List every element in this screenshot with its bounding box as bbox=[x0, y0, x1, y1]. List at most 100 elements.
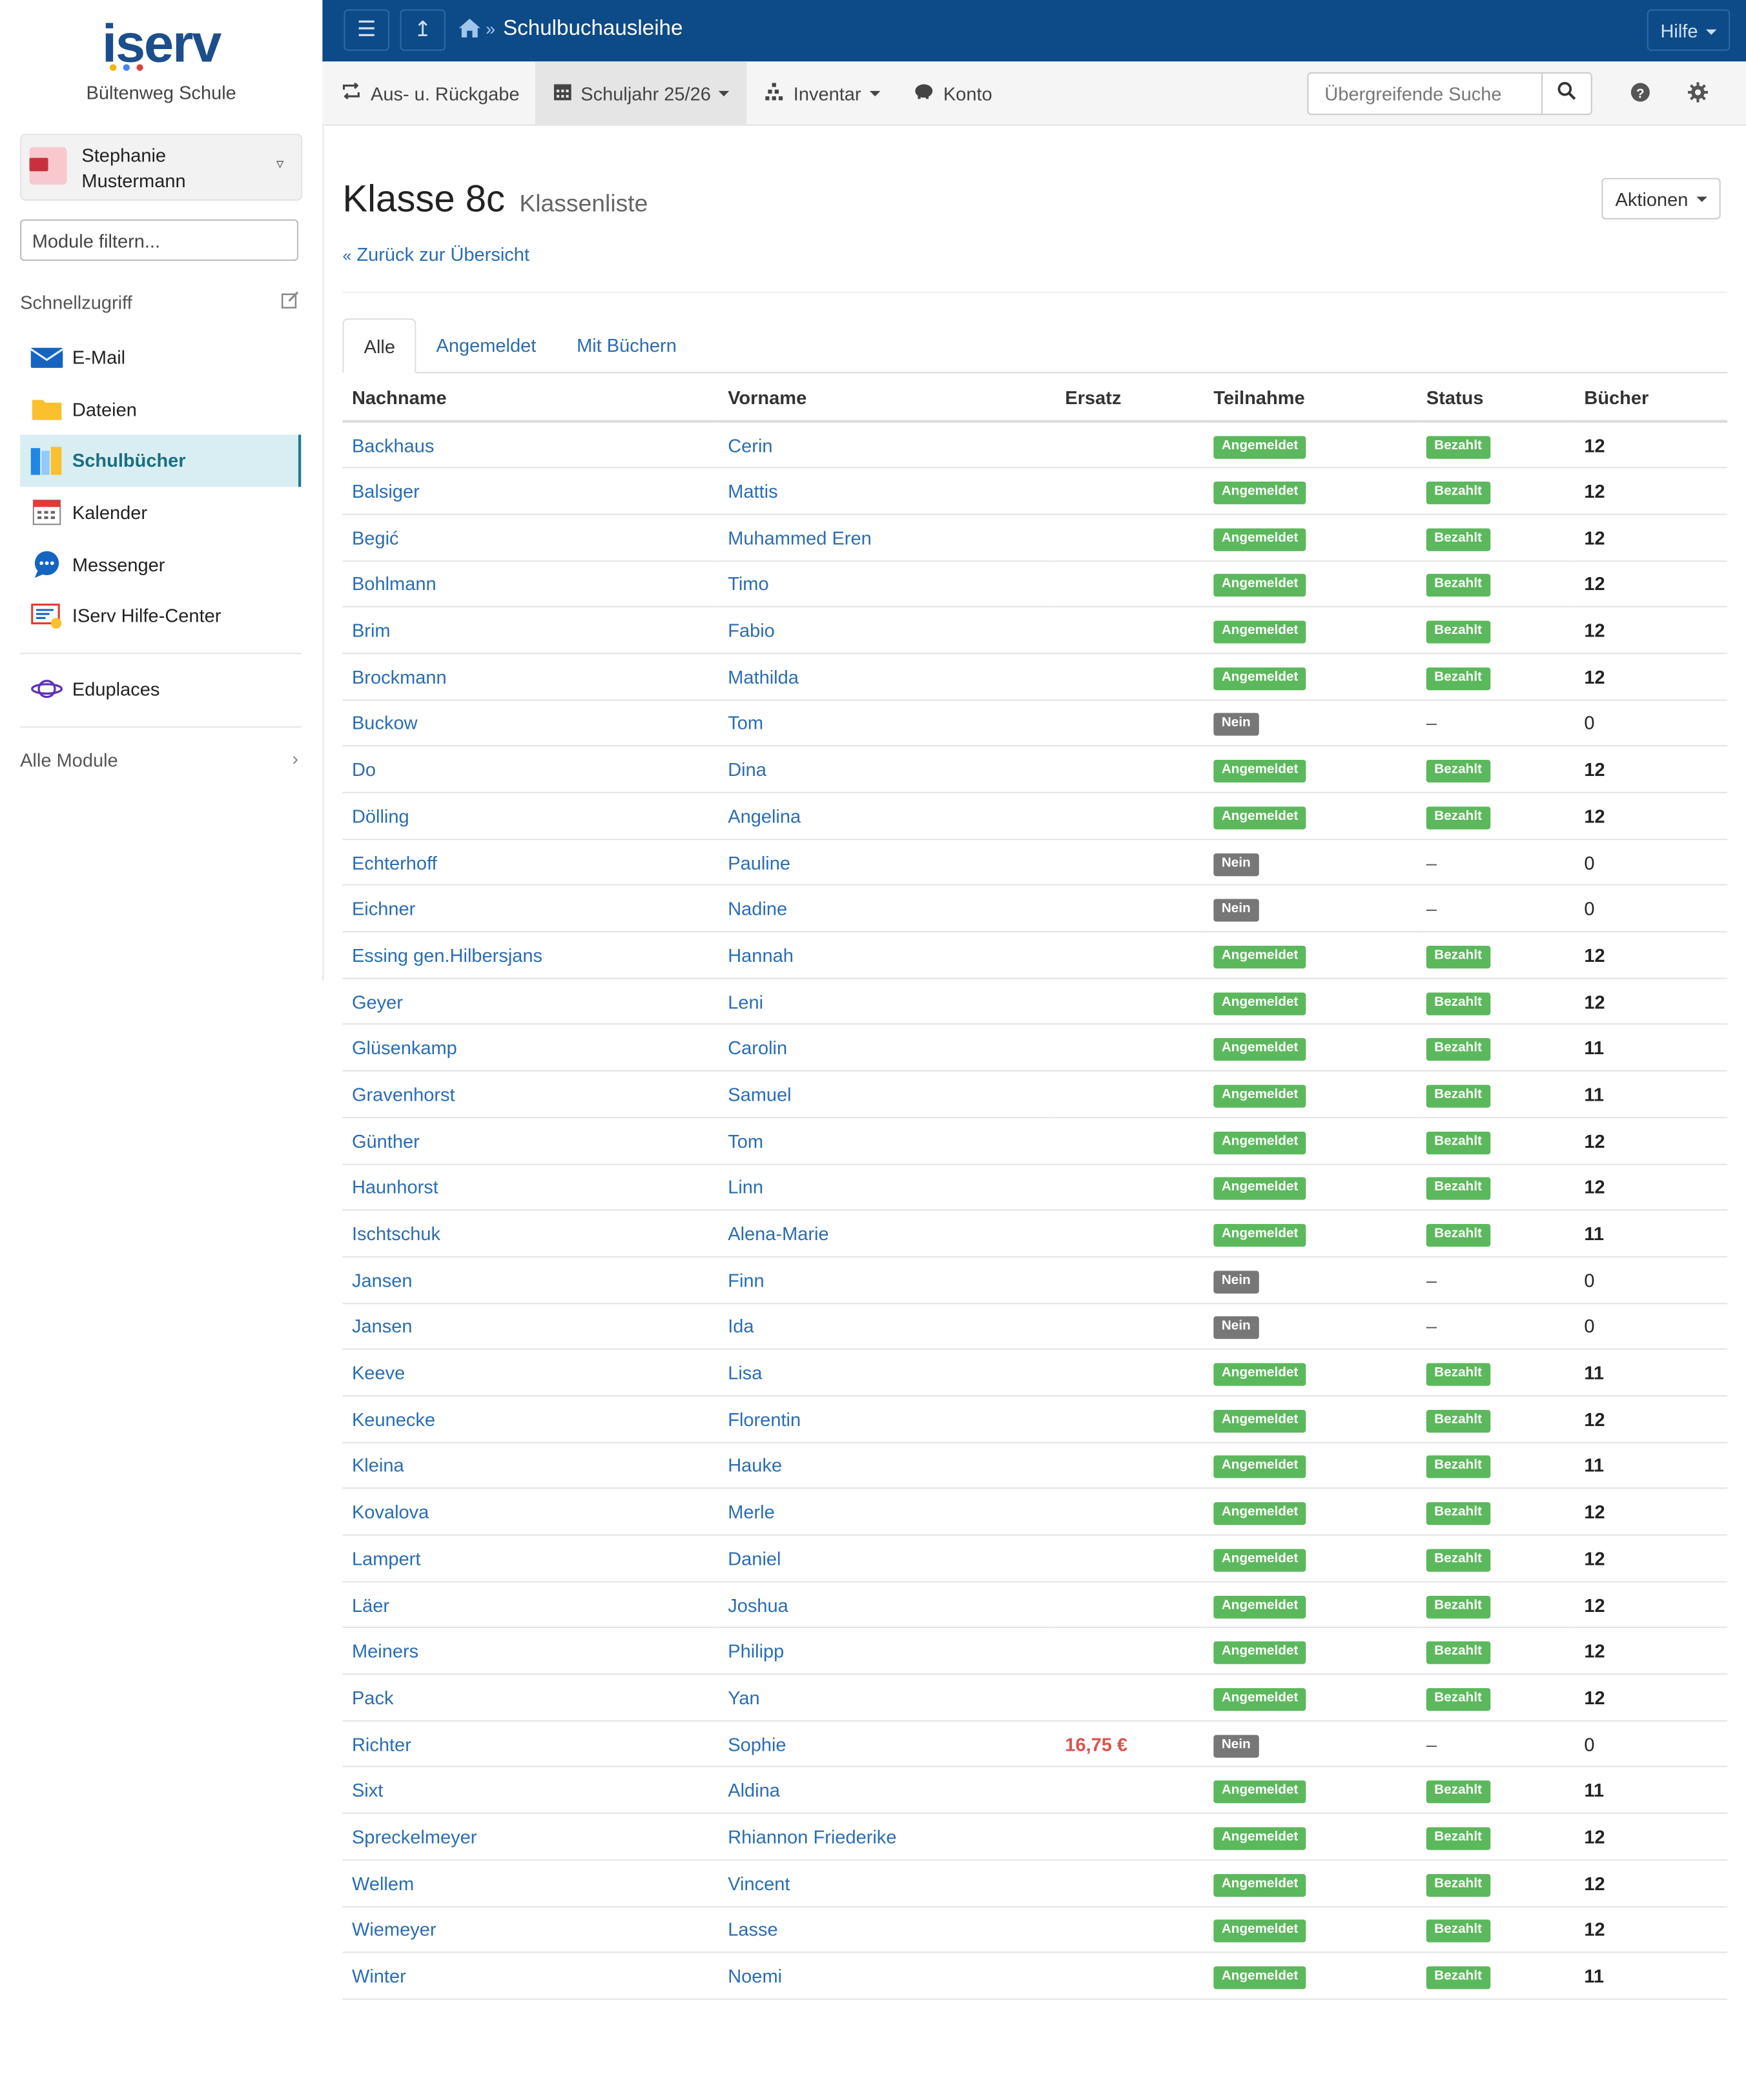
table-row[interactable]: Begić Muhammed Eren Angemeldet Bezahlt 12 bbox=[342, 514, 1728, 562]
table-row[interactable]: Kovalova Merle Angemeldet Bezahlt 12 bbox=[342, 1488, 1728, 1536]
sidebar-item-eduplaces[interactable]: Eduplaces bbox=[20, 664, 301, 715]
table-row[interactable]: Buckow Tom Nein –0 bbox=[342, 699, 1728, 747]
first-name-link[interactable]: Tom bbox=[718, 699, 1056, 747]
first-name-link[interactable]: Nadine bbox=[718, 885, 1056, 933]
sidebar-item-email[interactable]: E-Mail bbox=[20, 332, 301, 383]
table-row[interactable]: Kleina Hauke Angemeldet Bezahlt 11 bbox=[342, 1442, 1728, 1489]
last-name-link[interactable]: Läer bbox=[342, 1581, 719, 1629]
last-name-link[interactable]: Sixt bbox=[342, 1767, 719, 1815]
first-name-link[interactable]: Mattis bbox=[718, 467, 1056, 515]
table-row[interactable]: Haunhorst Linn Angemeldet Bezahlt 12 bbox=[342, 1163, 1728, 1211]
last-name-link[interactable]: Do bbox=[342, 746, 719, 793]
search-button[interactable] bbox=[1541, 72, 1592, 116]
up-button[interactable]: ↥ bbox=[400, 9, 446, 51]
last-name-link[interactable]: Buckow bbox=[342, 699, 719, 747]
module-filter-input[interactable] bbox=[20, 219, 299, 261]
sidebar-item-files[interactable]: Dateien bbox=[20, 383, 301, 435]
first-name-link[interactable]: Merle bbox=[718, 1488, 1056, 1536]
last-name-link[interactable]: Begić bbox=[342, 514, 719, 562]
first-name-link[interactable]: Pauline bbox=[718, 839, 1056, 886]
last-name-link[interactable]: Brim bbox=[342, 607, 719, 655]
last-name-link[interactable]: Haunhorst bbox=[342, 1163, 719, 1211]
subnav-inventory[interactable]: Inventar bbox=[765, 61, 880, 124]
table-row[interactable]: Sixt Aldina Angemeldet Bezahlt 11 bbox=[342, 1767, 1728, 1815]
first-name-link[interactable]: Lasse bbox=[718, 1906, 1056, 1953]
first-name-link[interactable]: Timo bbox=[718, 560, 1056, 608]
first-name-link[interactable]: Leni bbox=[718, 978, 1056, 1026]
logo[interactable]: iserv Bültenweg Schule bbox=[0, 0, 322, 103]
last-name-link[interactable]: Bohlmann bbox=[342, 560, 719, 608]
table-row[interactable]: Glüsenkamp Carolin Angemeldet Bezahlt 11 bbox=[342, 1025, 1728, 1072]
table-row[interactable]: Günther Tom Angemeldet Bezahlt 12 bbox=[342, 1117, 1728, 1165]
first-name-link[interactable]: Samuel bbox=[718, 1070, 1056, 1118]
table-row[interactable]: Brockmann Mathilda Angemeldet Bezahlt 12 bbox=[342, 653, 1728, 700]
first-name-link[interactable]: Ida bbox=[718, 1303, 1056, 1351]
last-name-link[interactable]: Pack bbox=[342, 1674, 719, 1722]
table-row[interactable]: Echterhoff Pauline Nein –0 bbox=[342, 839, 1728, 886]
back-link[interactable]: « Zurück zur Übersicht bbox=[342, 243, 529, 265]
header-replacement[interactable]: Ersatz bbox=[1055, 374, 1204, 423]
first-name-link[interactable]: Joshua bbox=[718, 1581, 1056, 1629]
first-name-link[interactable]: Noemi bbox=[718, 1952, 1056, 2000]
menu-toggle-button[interactable]: ☰ bbox=[344, 9, 389, 51]
page-module-title[interactable]: Schulbuchausleihe bbox=[503, 17, 683, 41]
table-row[interactable]: Wiemeyer Lasse Angemeldet Bezahlt 12 bbox=[342, 1906, 1728, 1953]
table-row[interactable]: Richter Sophie 16,75 € Nein –0 bbox=[342, 1720, 1728, 1768]
last-name-link[interactable]: Günther bbox=[342, 1117, 719, 1165]
last-name-link[interactable]: Winter bbox=[342, 1952, 719, 2000]
last-name-link[interactable]: Eichner bbox=[342, 885, 719, 933]
last-name-link[interactable]: Keeve bbox=[342, 1349, 719, 1397]
last-name-link[interactable]: Geyer bbox=[342, 978, 719, 1026]
table-row[interactable]: Spreckelmeyer Rhiannon Friederike Angemeld… bbox=[342, 1813, 1728, 1860]
table-row[interactable]: Backhaus Cerin Angemeldet Bezahlt 12 bbox=[342, 421, 1728, 469]
first-name-link[interactable]: Yan bbox=[718, 1674, 1056, 1722]
actions-button[interactable]: Aktionen bbox=[1601, 178, 1721, 219]
table-row[interactable]: Dölling Angelina Angemeldet Bezahlt 12 bbox=[342, 792, 1728, 840]
first-name-link[interactable]: Sophie bbox=[718, 1720, 1056, 1768]
last-name-link[interactable]: Keunecke bbox=[342, 1396, 719, 1443]
table-row[interactable]: Läer Joshua Angemeldet Bezahlt 12 bbox=[342, 1581, 1728, 1629]
first-name-link[interactable]: Fabio bbox=[718, 607, 1056, 655]
table-row[interactable]: Bohlmann Timo Angemeldet Bezahlt 12 bbox=[342, 560, 1728, 608]
table-row[interactable]: Eichner Nadine Nein –0 bbox=[342, 885, 1728, 933]
first-name-link[interactable]: Hauke bbox=[718, 1442, 1056, 1489]
last-name-link[interactable]: Balsiger bbox=[342, 467, 719, 515]
edit-icon[interactable] bbox=[281, 291, 300, 313]
last-name-link[interactable]: Meiners bbox=[342, 1627, 719, 1675]
first-name-link[interactable]: Aldina bbox=[718, 1767, 1056, 1815]
table-row[interactable]: Geyer Leni Angemeldet Bezahlt 12 bbox=[342, 978, 1728, 1026]
last-name-link[interactable]: Echterhoff bbox=[342, 839, 719, 886]
last-name-link[interactable]: Gravenhorst bbox=[342, 1070, 719, 1118]
last-name-link[interactable]: Wiemeyer bbox=[342, 1906, 719, 1953]
help-circle-icon[interactable]: ? bbox=[1630, 81, 1651, 103]
first-name-link[interactable]: Florentin bbox=[718, 1396, 1056, 1443]
last-name-link[interactable]: Jansen bbox=[342, 1303, 719, 1351]
tab-registered[interactable]: Angemeldet bbox=[416, 318, 556, 372]
global-search-input[interactable] bbox=[1307, 72, 1543, 116]
table-row[interactable]: Balsiger Mattis Angemeldet Bezahlt 12 bbox=[342, 467, 1728, 515]
last-name-link[interactable]: Kovalova bbox=[342, 1488, 719, 1536]
last-name-link[interactable]: Lampert bbox=[342, 1534, 719, 1582]
first-name-link[interactable]: Tom bbox=[718, 1117, 1056, 1165]
last-name-link[interactable]: Richter bbox=[342, 1720, 719, 1768]
first-name-link[interactable]: Lisa bbox=[718, 1349, 1056, 1397]
help-dropdown[interactable]: Hilfe bbox=[1647, 9, 1731, 51]
table-row[interactable]: Essing gen.Hilbersjans Hannah Angemeldet Be… bbox=[342, 932, 1728, 979]
table-row[interactable]: Brim Fabio Angemeldet Bezahlt 12 bbox=[342, 607, 1728, 655]
header-first-name[interactable]: Vorname bbox=[718, 374, 1056, 423]
table-row[interactable]: Jansen Ida Nein –0 bbox=[342, 1303, 1728, 1351]
table-row[interactable]: Keeve Lisa Angemeldet Bezahlt 11 bbox=[342, 1349, 1728, 1397]
first-name-link[interactable]: Hannah bbox=[718, 932, 1056, 979]
last-name-link[interactable]: Wellem bbox=[342, 1859, 719, 1907]
last-name-link[interactable]: Essing gen.Hilbersjans bbox=[342, 932, 719, 979]
table-row[interactable]: Meiners Philipp Angemeldet Bezahlt 12 bbox=[342, 1627, 1728, 1675]
subnav-return[interactable]: Aus- u. Rückgabe bbox=[341, 61, 520, 124]
last-name-link[interactable]: Glüsenkamp bbox=[342, 1025, 719, 1072]
header-last-name[interactable]: Nachname bbox=[342, 374, 719, 423]
home-icon[interactable] bbox=[458, 17, 482, 46]
table-row[interactable]: Winter Noemi Angemeldet Bezahlt 11 bbox=[342, 1952, 1728, 2000]
table-row[interactable]: Pack Yan Angemeldet Bezahlt 12 bbox=[342, 1674, 1728, 1722]
last-name-link[interactable]: Backhaus bbox=[342, 421, 719, 469]
table-row[interactable]: Gravenhorst Samuel Angemeldet Bezahlt 11 bbox=[342, 1070, 1728, 1118]
user-menu[interactable]: Stephanie Mustermann ▿ bbox=[20, 134, 303, 201]
